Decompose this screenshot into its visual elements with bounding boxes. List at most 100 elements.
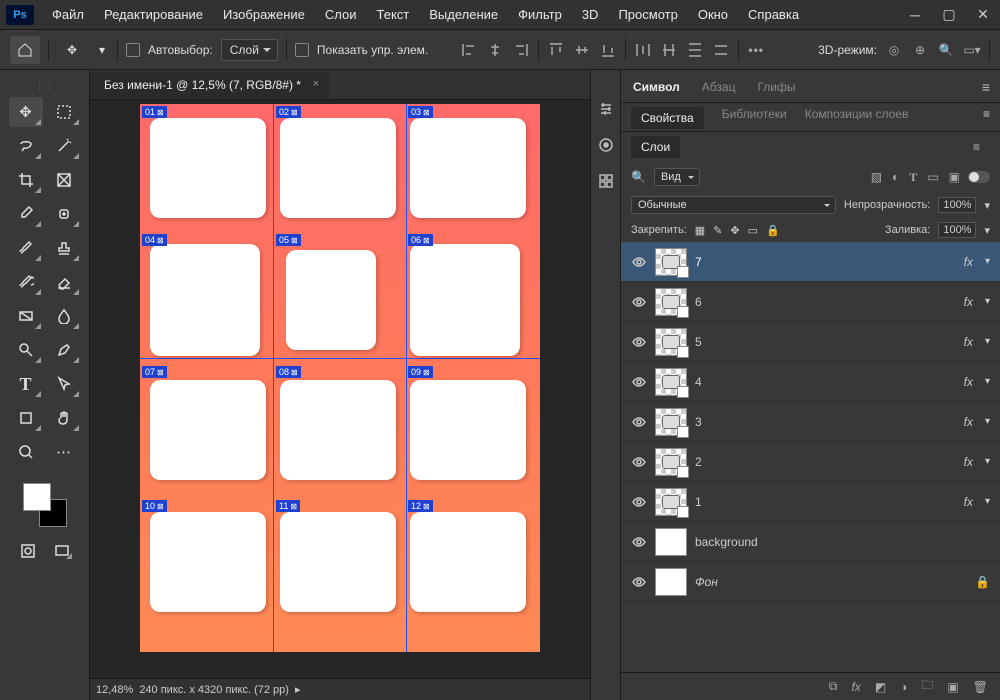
align-bottom-icon[interactable]	[599, 41, 617, 59]
overflow-icon[interactable]: •••	[747, 41, 765, 59]
filter-pixel-icon[interactable]: ▧	[871, 170, 882, 185]
search-icon[interactable]: 🔍	[937, 41, 955, 59]
chevron-down-icon[interactable]: ▾	[985, 336, 990, 347]
card[interactable]	[286, 250, 376, 350]
filter-toggle[interactable]	[968, 171, 990, 183]
card[interactable]	[280, 118, 396, 218]
layer-name[interactable]: 5	[695, 335, 956, 349]
brush-tool[interactable]	[9, 233, 43, 263]
distribute-v-icon[interactable]	[686, 41, 704, 59]
visibility-icon[interactable]	[631, 574, 647, 590]
lock-icon[interactable]: 🔒	[975, 575, 990, 589]
guide-vertical[interactable]	[406, 104, 407, 652]
menu-3d[interactable]: 3D	[572, 1, 609, 28]
gradient-tool[interactable]	[9, 301, 43, 331]
lock-move-icon[interactable]: ✥	[730, 224, 739, 237]
showcontrols-checkbox[interactable]	[295, 43, 309, 57]
visibility-icon[interactable]	[631, 414, 647, 430]
history-brush-tool[interactable]	[9, 267, 43, 297]
layer-name[interactable]: background	[695, 535, 990, 549]
chevron-down-icon[interactable]: ▾	[985, 456, 990, 467]
move-tool-icon[interactable]: ✥	[57, 36, 87, 64]
screenmode-icon[interactable]	[50, 541, 74, 561]
minimize-button[interactable]: ─	[898, 0, 932, 30]
close-tab-icon[interactable]: ×	[313, 78, 319, 90]
fx-icon[interactable]: fx	[851, 680, 860, 694]
path-select-tool[interactable]	[47, 369, 81, 399]
card[interactable]	[410, 380, 526, 480]
layer-name[interactable]: 2	[695, 455, 956, 469]
edit-toolbar[interactable]: ⋯	[47, 437, 81, 467]
layer-row[interactable]: 1fx▾	[621, 482, 1000, 522]
slice-badge[interactable]: 09⊠	[408, 366, 433, 378]
layer-thumbnail[interactable]	[655, 448, 687, 476]
chevron-down-icon[interactable]: ▾	[985, 496, 990, 507]
eraser-tool[interactable]	[47, 267, 81, 297]
card[interactable]	[150, 380, 266, 480]
menu-text[interactable]: Текст	[367, 1, 420, 28]
quickmask-icon[interactable]	[16, 541, 40, 561]
filter-smart-icon[interactable]: ▣	[949, 170, 960, 185]
layer-row[interactable]: 3fx▾	[621, 402, 1000, 442]
visibility-icon[interactable]	[631, 374, 647, 390]
chevron-down-icon[interactable]: ▾	[984, 224, 990, 237]
fg-color[interactable]	[23, 483, 51, 511]
card[interactable]	[150, 118, 266, 218]
hand-tool[interactable]	[47, 403, 81, 433]
card[interactable]	[410, 118, 526, 218]
close-button[interactable]: ✕	[966, 0, 1000, 30]
layer-name[interactable]: 7	[695, 255, 956, 269]
layer-name[interactable]: 6	[695, 295, 956, 309]
adjustment-icon[interactable]: ◑	[900, 680, 907, 694]
distribute-v2-icon[interactable]	[712, 41, 730, 59]
filter-select[interactable]: Вид	[654, 168, 700, 186]
status-arrow-icon[interactable]: ▸	[295, 683, 301, 696]
tab-layercomps[interactable]: Композиции слоев	[805, 107, 909, 129]
tab-properties[interactable]: Свойства	[631, 107, 704, 129]
frame-tool[interactable]	[47, 165, 81, 195]
stamp-tool[interactable]	[47, 233, 81, 263]
distribute-h-icon[interactable]	[634, 41, 652, 59]
card[interactable]	[280, 380, 396, 480]
chevron-down-icon[interactable]: ▾	[984, 199, 990, 212]
toolbox-grip[interactable]: ⋮⋮	[35, 80, 55, 91]
slice-badge[interactable]: 01⊠	[142, 106, 167, 118]
menu-filter[interactable]: Фильтр	[508, 1, 572, 28]
fx-badge[interactable]: fx	[964, 255, 977, 269]
maximize-button[interactable]: ▢	[932, 0, 966, 30]
layer-thumbnail[interactable]	[655, 248, 687, 276]
menu-layers[interactable]: Слои	[315, 1, 367, 28]
chevron-down-icon[interactable]: ▾	[985, 376, 990, 387]
lock-trans-icon[interactable]: ▦	[695, 224, 705, 237]
zoom-value[interactable]: 12,48%	[96, 684, 133, 696]
dodge-tool[interactable]	[9, 335, 43, 365]
slice-badge[interactable]: 07⊠	[142, 366, 167, 378]
visibility-icon[interactable]	[631, 254, 647, 270]
layer-row[interactable]: 2fx▾	[621, 442, 1000, 482]
chevron-down-icon[interactable]: ▾	[985, 416, 990, 427]
document-tab[interactable]: Без имени-1 @ 12,5% (7, RGB/8#) * ×	[90, 72, 329, 98]
eyedropper-tool[interactable]	[9, 199, 43, 229]
align-left-icon[interactable]	[460, 41, 478, 59]
blendmode-select[interactable]: Обычные	[631, 196, 836, 214]
mask-icon[interactable]: ◩	[875, 680, 886, 694]
shape-tool[interactable]	[9, 403, 43, 433]
visibility-icon[interactable]	[631, 334, 647, 350]
distribute-space-icon[interactable]	[660, 41, 678, 59]
lock-brush-icon[interactable]: ✎	[713, 224, 722, 237]
slice-badge[interactable]: 08⊠	[276, 366, 301, 378]
panel-menu-icon[interactable]: ≡	[963, 136, 990, 158]
fill-value[interactable]: 100%	[938, 222, 976, 238]
card[interactable]	[410, 512, 526, 612]
visibility-icon[interactable]	[631, 494, 647, 510]
trash-icon[interactable]: 🗑	[973, 680, 988, 694]
align-top-icon[interactable]	[547, 41, 565, 59]
layer-thumbnail[interactable]	[655, 568, 687, 596]
opacity-value[interactable]: 100%	[938, 197, 976, 213]
heal-tool[interactable]	[47, 199, 81, 229]
slice-badge[interactable]: 04⊠	[142, 234, 167, 246]
fx-badge[interactable]: fx	[964, 295, 977, 309]
chevron-down-icon[interactable]: ▾	[985, 296, 990, 307]
layer-row[interactable]: 7fx▾	[621, 242, 1000, 282]
slice-badge[interactable]: 06⊠	[408, 234, 433, 246]
